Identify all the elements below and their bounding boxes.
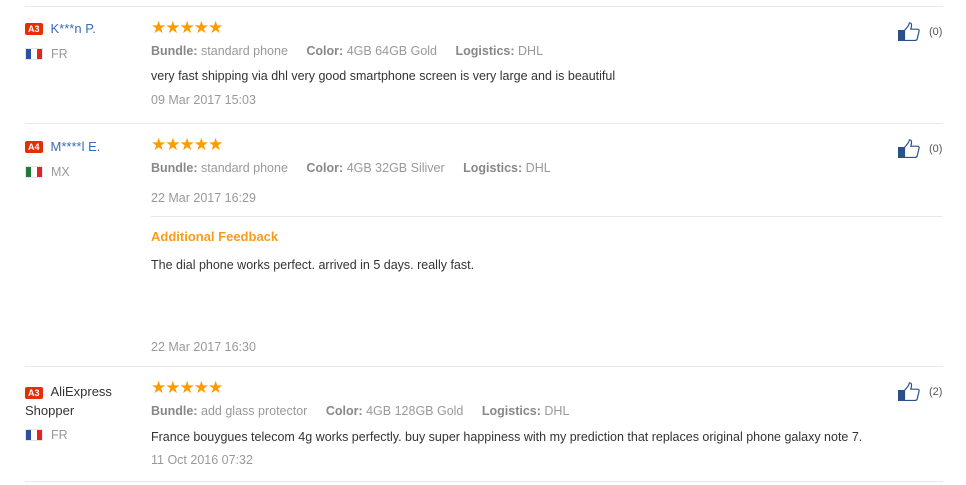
review-divider [25,123,943,124]
attr-value: DHL [544,404,570,418]
star-icon: ★ [193,378,209,398]
star-icon: ★ [179,18,195,38]
like-button[interactable]: (2) [898,382,942,401]
attr-label: Logistics: [463,161,523,175]
star-icon: ★ [208,378,224,398]
attr-value: 4GB 64GB Gold [346,44,438,58]
like-button[interactable]: (0) [898,22,942,41]
review-user-1: A3 K***n P. FR [25,21,135,61]
additional-feedback-title: Additional Feedback [151,229,279,244]
star-icon: ★ [208,135,224,155]
star-rating: ★ ★ ★ ★ ★ [151,18,224,38]
username[interactable]: M****l E. [51,139,101,155]
attr-label: Color: [306,161,344,175]
review-text: very fast shipping via dhl very good sma… [151,69,616,83]
country: FR [25,428,135,442]
attr-label: Logistics: [455,44,515,58]
attr-value: DHL [525,161,551,175]
attr-label: Bundle: [151,161,198,175]
country-code: FR [51,47,68,61]
like-button[interactable]: (0) [898,139,942,158]
attr-label: Color: [306,44,344,58]
attr-value: standard phone [201,44,288,58]
like-count: (0) [929,142,943,155]
star-icon: ★ [165,378,181,398]
top-divider [25,6,943,7]
review-user-3: A3 AliExpress Shopper FR [25,382,135,442]
review-text: France bouygues telecom 4g works perfect… [151,430,863,444]
feedback-divider [151,216,943,217]
additional-feedback-date: 22 Mar 2017 16:30 [151,340,256,354]
thumbs-up-icon [898,382,920,401]
star-rating: ★ ★ ★ ★ ★ [151,135,224,155]
star-icon: ★ [165,135,181,155]
attr-label: Bundle: [151,44,198,58]
attr-label: Bundle: [151,404,198,418]
star-rating: ★ ★ ★ ★ ★ [151,378,224,398]
star-icon: ★ [165,18,181,38]
thumbs-up-icon [898,139,920,158]
country: FR [25,47,135,61]
country: MX [25,165,135,179]
order-attributes: Bundle: standard phone Color: 4GB 32GB S… [151,161,566,175]
attr-value: add glass protector [201,404,308,418]
star-icon: ★ [179,378,195,398]
username[interactable]: K***n P. [51,21,96,37]
review-divider [25,481,943,482]
order-attributes: Bundle: standard phone Color: 4GB 64GB G… [151,44,558,58]
flag-icon [25,166,43,178]
additional-feedback-text: The dial phone works perfect. arrived in… [151,258,475,272]
level-badge: A4 [25,141,43,153]
attr-label: Logistics: [481,404,541,418]
star-icon: ★ [151,135,167,155]
attr-value: standard phone [201,161,288,175]
review-date: 22 Mar 2017 16:29 [151,191,256,205]
star-icon: ★ [193,18,209,38]
like-count: (2) [929,385,943,398]
star-icon: ★ [179,135,195,155]
level-badge: A3 [25,387,43,399]
order-attributes: Bundle: add glass protector Color: 4GB 1… [151,404,584,418]
flag-icon [25,48,43,60]
attr-value: DHL [518,44,544,58]
review-date: 09 Mar 2017 15:03 [151,93,256,107]
level-badge: A3 [25,23,43,35]
review-user-2: A4 M****l E. MX [25,139,135,179]
review-date: 11 Oct 2016 07:32 [151,453,253,467]
flag-icon [25,429,43,441]
country-code: FR [51,428,68,442]
star-icon: ★ [151,378,167,398]
attr-value: 4GB 128GB Gold [366,404,464,418]
attr-label: Color: [325,404,363,418]
review-divider [25,366,943,367]
thumbs-up-icon [898,22,920,41]
star-icon: ★ [193,135,209,155]
attr-value: 4GB 32GB Siliver [346,161,445,175]
star-icon: ★ [208,18,224,38]
like-count: (0) [929,25,943,38]
country-code: MX [51,165,70,179]
star-icon: ★ [151,18,167,38]
